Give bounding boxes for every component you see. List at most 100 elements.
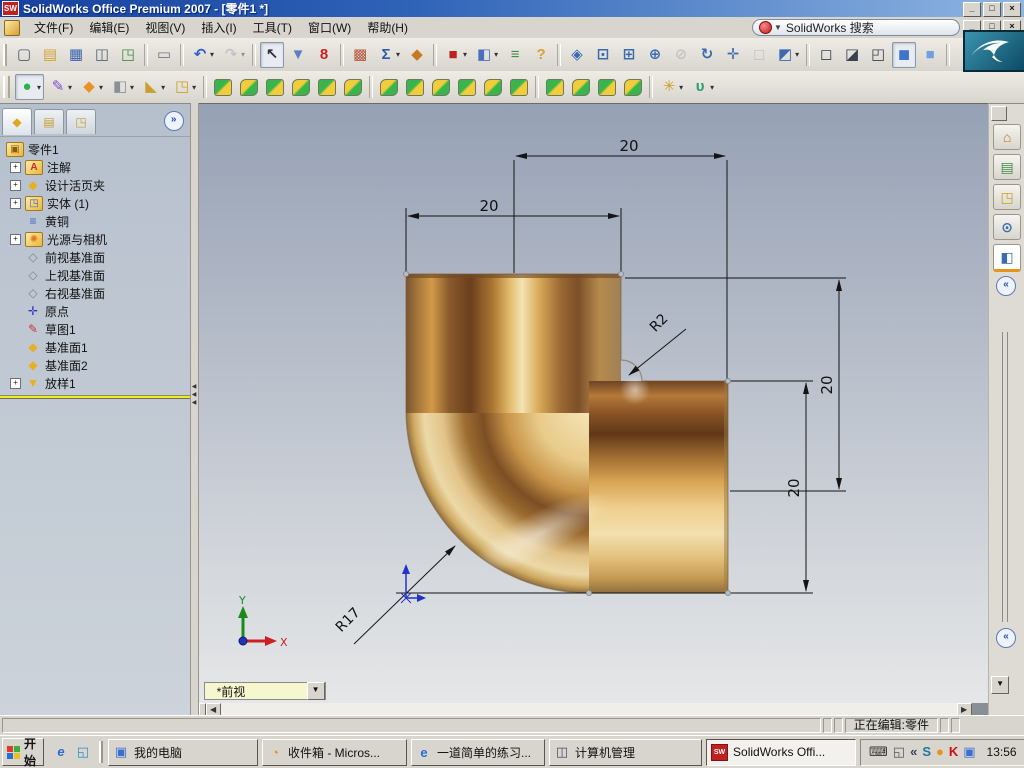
swept-boss-button[interactable]	[289, 74, 313, 100]
dimension-fillet-radius[interactable]: R2	[647, 311, 671, 335]
graphics-viewport[interactable]: 20 20 20 20 R2 R17 Y X *前视 ▼ ◀ ▶	[198, 103, 989, 715]
tree-item-plane-1[interactable]: ◆ 基准面1	[0, 338, 190, 356]
hidden-lines-removed-button[interactable]: ◰	[866, 42, 890, 68]
tray-panel-restore-icon[interactable]: ◱	[893, 744, 905, 760]
tree-item-design-binder[interactable]: + ◆ 设计活页夹	[0, 176, 190, 194]
panel-splitter[interactable]: ◀ ◀ ◀	[189, 103, 199, 715]
dimension-inner-height[interactable]: 20	[785, 478, 803, 497]
dimension-bend-radius[interactable]: R17	[332, 605, 363, 636]
dimension-upper-width[interactable]: 20	[619, 137, 638, 155]
rollback-bar[interactable]	[0, 395, 190, 399]
reference-geometry-dropdown[interactable]: ▾	[679, 83, 683, 92]
scroll-left-icon[interactable]: ◀	[205, 703, 221, 715]
search-input[interactable]: SolidWorks 搜索	[786, 19, 874, 36]
new-document-button[interactable]: ▢	[12, 42, 36, 68]
sheet-metal-group-button[interactable]: ◧ ▾	[108, 74, 137, 100]
save-button[interactable]: ▦	[64, 42, 88, 68]
restore-button[interactable]: □	[983, 2, 1001, 17]
tray-network-icon[interactable]: ▣	[963, 744, 975, 760]
curves-dropdown[interactable]: ▾	[710, 83, 714, 92]
tray-clock[interactable]: 13:56	[987, 745, 1017, 759]
zoom-to-fit-button[interactable]: ⊡	[591, 42, 615, 68]
undo-dropdown[interactable]: ▾	[210, 50, 214, 59]
extruded-cut-button[interactable]	[237, 74, 261, 100]
panel-expand-button[interactable]: »	[163, 111, 184, 131]
graphics-area[interactable]: 20 20 20 20 R2 R17 Y X	[199, 104, 988, 703]
configurationmanager-tab[interactable]: ◳	[66, 108, 96, 134]
stop-light-button[interactable]: 8	[312, 42, 336, 68]
lofted-boss-button[interactable]	[341, 74, 365, 100]
solidworks-office-button[interactable]: ■ ▾	[441, 42, 470, 68]
expand-icon[interactable]: +	[10, 161, 21, 173]
tree-item-top-plane[interactable]: ◇ 上视基准面	[0, 266, 190, 284]
draft-button[interactable]	[481, 74, 505, 100]
menu-item-4[interactable]: 工具(T)	[245, 17, 300, 38]
document-menu-icon[interactable]	[4, 19, 20, 36]
standard-views-dropdown[interactable]: ▾	[795, 50, 799, 59]
select-button[interactable]: ↖	[260, 41, 285, 68]
toolbar-grip-2[interactable]	[3, 76, 10, 98]
menu-item-3[interactable]: 插入(I)	[193, 17, 244, 38]
print-button[interactable]: ▭	[152, 42, 176, 68]
menu-item-5[interactable]: 窗口(W)	[300, 17, 359, 38]
standard-views-button[interactable]: ◩ ▾	[773, 42, 802, 68]
tray-keyboard-icon[interactable]: ⌨	[869, 744, 888, 760]
window-layout-button[interactable]: ◧ ▾	[472, 42, 501, 68]
check-button[interactable]: ◆	[405, 42, 429, 68]
rib-button[interactable]	[429, 74, 453, 100]
tree-item-front-plane[interactable]: ◇ 前视基准面	[0, 248, 190, 266]
task-pane-dropdown-icon[interactable]: ▼	[991, 676, 1010, 694]
solidworks-search-box[interactable]: ▼ SolidWorks 搜索	[752, 19, 960, 36]
shaded-with-edges-button[interactable]: ◼	[892, 41, 917, 68]
solidworks-office-dropdown[interactable]: ▾	[463, 50, 467, 59]
tray-solidworks-swallow-icon[interactable]: S	[922, 744, 931, 760]
menu-item-1[interactable]: 编辑(E)	[81, 17, 137, 38]
taskbar-button-solidworks[interactable]: SW SolidWorks Offi...	[706, 738, 857, 766]
task-pane-collapse-button-2[interactable]: «	[996, 628, 1017, 648]
surfaces-group-button[interactable]: ◆ ▾	[77, 74, 106, 100]
quick-launch-internet-explorer[interactable]: e	[52, 743, 70, 761]
tree-item-plane-2[interactable]: ◆ 基准面2	[0, 356, 190, 374]
start-button[interactable]: 开始	[2, 737, 45, 768]
tree-item-solid-bodies-folder[interactable]: + ◳ 实体 (1)	[0, 194, 190, 212]
tree-item-lights-and-cameras[interactable]: + ✺ 光源与相机	[0, 230, 190, 248]
expand-icon[interactable]: +	[10, 179, 21, 191]
open-document-button[interactable]: ▤	[38, 42, 62, 68]
taskbar-button-computer-management[interactable]: ◫ 计算机管理	[549, 738, 703, 766]
featuremanager-tab[interactable]: ◆	[2, 107, 32, 135]
tree-item-sketch[interactable]: ✎ 草图1	[0, 320, 190, 338]
cut-sweep-button[interactable]	[315, 74, 339, 100]
hidden-lines-visible-button[interactable]: ◪	[840, 42, 864, 68]
linear-pattern-button[interactable]	[543, 74, 567, 100]
reference-geometry-button[interactable]: ✳ ▾	[657, 74, 686, 100]
search-dropdown-icon[interactable]: ▼	[774, 23, 782, 32]
taskbar-button-ie-document[interactable]: e 一道简单的练习...	[411, 738, 546, 766]
selection-filter-button[interactable]: ▼	[286, 42, 310, 68]
tree-item-origin[interactable]: ✛ 原点	[0, 302, 190, 320]
revolved-boss-button[interactable]	[263, 74, 287, 100]
pan-button[interactable]: ✛	[721, 42, 745, 68]
surfaces-group-dropdown[interactable]: ▾	[99, 83, 103, 92]
make-assembly-button[interactable]: ◳	[116, 42, 140, 68]
task-pane-tab-file-explorer[interactable]: ◳	[993, 184, 1022, 210]
weldments-group-button[interactable]: ◣ ▾	[139, 74, 168, 100]
taskbar-grip[interactable]	[99, 741, 104, 763]
measure-dropdown[interactable]: ▾	[396, 50, 400, 59]
weldments-group-dropdown[interactable]: ▾	[161, 83, 165, 92]
tree-item-loft[interactable]: + ▼ 放样1	[0, 374, 190, 392]
tray-tray-collapse-icon[interactable]: «	[910, 744, 917, 760]
tray-kaspersky-icon[interactable]: K	[949, 744, 958, 760]
sheet-metal-group-dropdown[interactable]: ▾	[130, 83, 134, 92]
shaded-button[interactable]: ■	[918, 42, 942, 68]
quick-launch-show-desktop[interactable]: ◱	[74, 743, 92, 761]
task-pane-tab-view-palette[interactable]: ◧	[993, 244, 1022, 272]
hole-wizard-button[interactable]	[507, 74, 531, 100]
redo-dropdown[interactable]: ▾	[241, 50, 245, 59]
tree-item-root[interactable]: ▣ 零件1	[0, 140, 190, 158]
fillet-button[interactable]	[377, 74, 401, 100]
extruded-boss-button[interactable]	[211, 74, 235, 100]
view-orientation-button[interactable]: ◈	[565, 42, 589, 68]
menu-item-2[interactable]: 视图(V)	[137, 17, 193, 38]
scroll-right-icon[interactable]: ▶	[956, 703, 972, 715]
mold-tools-group-button[interactable]: ◳ ▾	[170, 74, 199, 100]
